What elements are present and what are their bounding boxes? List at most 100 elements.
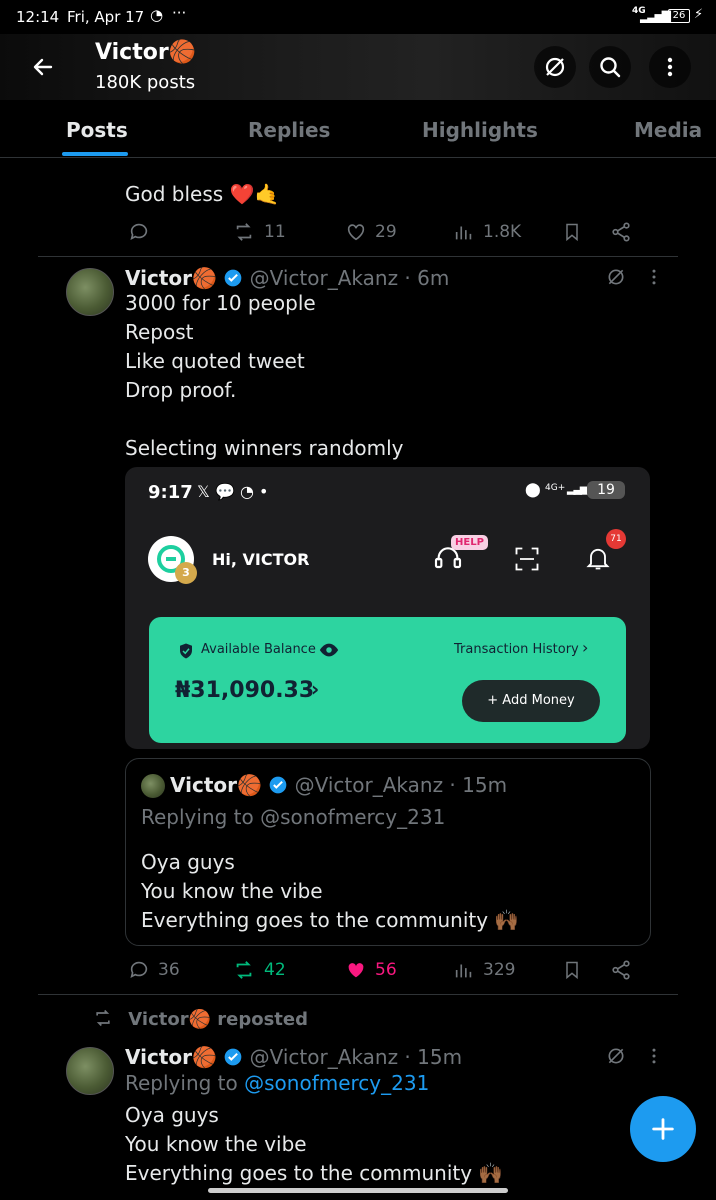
post-divider	[38, 994, 678, 995]
chevron-right-icon: ›	[582, 638, 589, 657]
more-vertical-icon	[652, 1048, 656, 1064]
post-text: Oya guys You know the vibe Everything go…	[125, 1103, 504, 1185]
greeting-text: Hi, VICTOR	[212, 550, 310, 569]
quote-avatar	[141, 774, 165, 798]
reply-button[interactable]: 36	[128, 959, 180, 981]
post-text: 3000 for 10 people Repost Like quoted tw…	[125, 291, 404, 460]
location-icon: ⬤	[525, 482, 541, 498]
bookmark-icon	[566, 961, 578, 980]
reply-icon	[130, 223, 148, 240]
author-handle[interactable]: @Victor_Akanz	[250, 1045, 398, 1069]
like-count: 56	[375, 960, 397, 980]
bookmark-button[interactable]	[562, 959, 582, 981]
image-battery: 19	[587, 481, 625, 499]
header-post-count: 180K posts	[95, 72, 196, 93]
more-options-button[interactable]	[649, 46, 691, 88]
post-divider	[38, 256, 678, 257]
avatar[interactable]	[66, 1047, 114, 1095]
image-status-time: 9:17	[148, 482, 193, 503]
like-button[interactable]: 56	[345, 959, 397, 981]
back-button[interactable]	[24, 48, 62, 86]
battery-icon: 26	[668, 9, 690, 23]
image-app-icons: 𝕏 💬 ◔ •	[197, 482, 269, 501]
author-name[interactable]: Victor🏀	[125, 266, 217, 290]
bookmark-button[interactable]	[562, 221, 582, 243]
tab-media[interactable]: Media	[634, 118, 702, 142]
tab-posts[interactable]: Posts	[66, 118, 128, 142]
back-arrow-icon	[33, 58, 53, 76]
add-money-button: + Add Money	[462, 680, 600, 722]
reply-icon	[130, 961, 148, 978]
compose-button[interactable]	[630, 1096, 696, 1162]
level-badge: 3	[175, 562, 197, 584]
profile-tabs: Posts Replies Highlights Media	[0, 100, 716, 158]
heart-icon	[347, 224, 365, 241]
post-more-button[interactable]	[642, 1044, 666, 1068]
reposted-by-label[interactable]: Victor🏀 reposted	[128, 1009, 308, 1030]
quote-author-handle: @Victor_Akanz	[294, 773, 444, 797]
plus-icon	[652, 1118, 674, 1140]
quote-text: Oya guys You know the vibe Everything go…	[141, 850, 520, 932]
grok-icon	[545, 57, 565, 77]
verified-badge-icon	[224, 1048, 242, 1066]
author-name[interactable]: Victor🏀	[125, 1045, 217, 1069]
repost-indicator: Victor🏀 reposted	[92, 1008, 308, 1030]
more-notifications-icon: ···	[172, 4, 187, 22]
share-button[interactable]	[610, 221, 632, 243]
status-bar: 12:14 Fri, Apr 17 ◔ ··· 4G ▂▃▅▇ 26 ⚡	[0, 0, 716, 34]
verified-badge-icon	[224, 269, 242, 287]
search-button[interactable]	[589, 46, 631, 88]
heart-filled-icon	[348, 963, 364, 978]
views-button[interactable]: 329	[453, 959, 515, 981]
replying-to-handle[interactable]: @sonofmercy_231	[244, 1071, 429, 1095]
active-tab-indicator	[62, 152, 128, 156]
grok-button[interactable]	[534, 46, 576, 88]
notification-bell-icon	[586, 548, 610, 570]
scan-icon	[515, 547, 539, 571]
quoted-post[interactable]: Victor🏀 @Victor_Akanz · 15m Replying to …	[125, 758, 651, 946]
post-actions: 36 42 56 329	[0, 955, 716, 985]
repost-icon	[236, 223, 252, 241]
share-button[interactable]	[610, 959, 632, 981]
repost-button[interactable]: 42	[232, 959, 286, 981]
post-image[interactable]: 9:17 𝕏 💬 ◔ • ⬤ 4G+ ▂▃▅ 19 3 Hi, VICTOR H…	[125, 467, 650, 749]
shield-icon	[180, 643, 192, 659]
more-vertical-icon	[652, 269, 656, 285]
more-vertical-icon	[667, 57, 673, 77]
tab-highlights[interactable]: Highlights	[422, 118, 538, 142]
post-more-button[interactable]	[642, 265, 666, 289]
post-text: God bless ❤️🤙	[125, 182, 280, 206]
replying-to-prefix: Replying to	[125, 1071, 245, 1095]
reply-button[interactable]	[128, 221, 158, 243]
balance-card: Available Balance Transaction History › …	[149, 617, 626, 743]
gesture-bar[interactable]	[208, 1188, 508, 1193]
like-button[interactable]: 29	[345, 221, 397, 243]
post-time: · 15m	[404, 1045, 463, 1069]
status-time: 12:14	[16, 8, 60, 26]
transaction-history-link: Transaction History	[454, 642, 579, 657]
post-actions: 11 29 1.8K	[0, 217, 716, 247]
avatar[interactable]	[66, 268, 114, 316]
author-handle[interactable]: @Victor_Akanz	[250, 266, 398, 290]
image-network: 4G+	[545, 483, 566, 493]
like-count: 29	[375, 222, 397, 242]
views-button[interactable]: 1.8K	[453, 221, 521, 243]
profile-header: Victor🏀 180K posts	[0, 34, 716, 100]
quote-author-line: Victor🏀 @Victor_Akanz · 15m	[170, 773, 507, 797]
grok-post-button[interactable]	[604, 1044, 628, 1068]
grok-post-button[interactable]	[604, 265, 628, 289]
share-icon	[612, 960, 630, 980]
tab-replies[interactable]: Replies	[248, 118, 330, 142]
grok-icon	[608, 269, 624, 285]
search-icon	[600, 57, 621, 78]
verified-badge-icon	[269, 776, 287, 794]
repost-count: 11	[264, 222, 286, 242]
repost-count: 42	[264, 960, 286, 980]
quote-author-name: Victor🏀	[170, 773, 262, 797]
grok-icon	[608, 1048, 624, 1064]
quote-replying-to: Replying to @sonofmercy_231	[141, 805, 446, 829]
replying-to: Replying to @sonofmercy_231	[125, 1071, 429, 1095]
post-author-line: Victor🏀 @Victor_Akanz · 6m	[125, 266, 449, 290]
repost-button[interactable]: 11	[232, 221, 286, 243]
notification-count: 71	[606, 529, 626, 549]
